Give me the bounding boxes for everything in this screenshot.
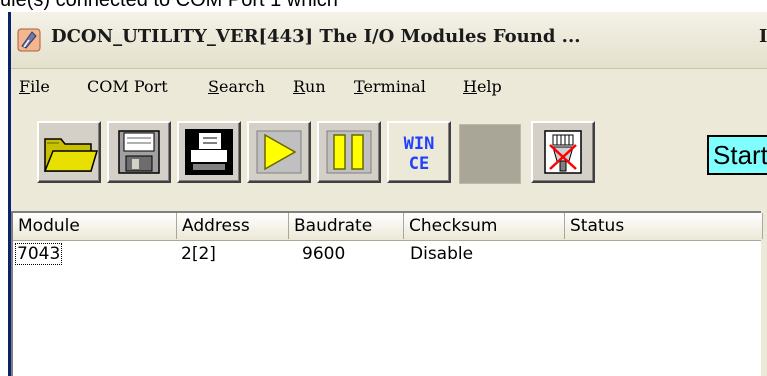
menu-file-label: ile: [30, 77, 50, 96]
menu-terminal-label: erminal: [363, 77, 426, 96]
partial-text: ule(s) connected to COM Port 1 which: [0, 0, 338, 11]
wince-bottom-text: CE: [409, 154, 429, 174]
pause-icon: [326, 130, 372, 174]
menu-com-port[interactable]: COM Port: [87, 77, 168, 96]
title-bar[interactable]: DCON_UTILITY_VER[443] The I/O Modules Fo…: [11, 12, 767, 69]
print-button[interactable]: [177, 121, 241, 183]
module-list[interactable]: Module Address Baudrate Checksum Status …: [11, 211, 763, 376]
menu-file[interactable]: File: [19, 77, 50, 96]
menu-help[interactable]: Help: [463, 77, 502, 96]
floppy-disk-icon: [118, 130, 160, 174]
wince-icon: WIN CE: [404, 134, 435, 174]
menu-search[interactable]: Search: [208, 77, 265, 96]
menu-com-port-label: COM Port: [87, 77, 168, 96]
menu-help-label: elp: [476, 77, 502, 96]
printer-icon: [185, 129, 233, 175]
disconnect-button[interactable]: [531, 121, 595, 183]
play-icon: [256, 130, 302, 174]
dcon-utility-window: DCON_UTILITY_VER[443] The I/O Modules Fo…: [8, 12, 767, 376]
table-row[interactable]: 7043 2[2] 9600 Disable: [13, 243, 761, 267]
list-header: Module Address Baudrate Checksum Status: [13, 213, 763, 241]
status-box: Start: [707, 135, 767, 175]
menu-help-key: H: [463, 77, 477, 96]
cell-module: 7043: [15, 243, 63, 265]
cell-checksum: Disable: [410, 244, 474, 264]
toolbar: WIN CE Start: [11, 109, 767, 193]
menu-search-key: S: [208, 77, 219, 96]
menu-search-label: earch: [218, 77, 265, 96]
menu-run-key: R: [293, 77, 306, 96]
background-window-text: ule(s) connected to COM Port 1 which: [0, 0, 767, 12]
open-button[interactable]: [37, 121, 101, 183]
save-button[interactable]: [107, 121, 171, 183]
window-title: DCON_UTILITY_VER[443] The I/O Modules Fo…: [51, 26, 581, 47]
disabled-toolbar-button: [459, 124, 521, 184]
cell-baudrate: 9600: [302, 244, 346, 264]
cell-address: 2[2]: [181, 244, 216, 264]
wince-button[interactable]: WIN CE: [387, 121, 451, 183]
menu-run-label: un: [305, 77, 326, 96]
column-checksum[interactable]: Checksum: [404, 213, 565, 239]
disconnect-plug-icon: [544, 130, 582, 174]
window-title-cut: I: [759, 26, 767, 47]
menu-file-key: F: [19, 77, 31, 96]
pause-button[interactable]: [317, 121, 381, 183]
column-module[interactable]: Module: [13, 213, 177, 239]
column-status[interactable]: Status: [565, 213, 763, 239]
column-baudrate[interactable]: Baudrate: [289, 213, 404, 239]
menu-bar: File COM Port Search Run Terminal Help: [11, 73, 767, 103]
run-button[interactable]: [247, 121, 311, 183]
menu-run[interactable]: Run: [293, 77, 326, 96]
menu-terminal[interactable]: Terminal: [354, 77, 426, 96]
folder-icon: [43, 138, 99, 172]
wince-top-text: WIN: [404, 134, 435, 154]
column-address[interactable]: Address: [177, 213, 289, 239]
app-icon: [17, 28, 41, 52]
